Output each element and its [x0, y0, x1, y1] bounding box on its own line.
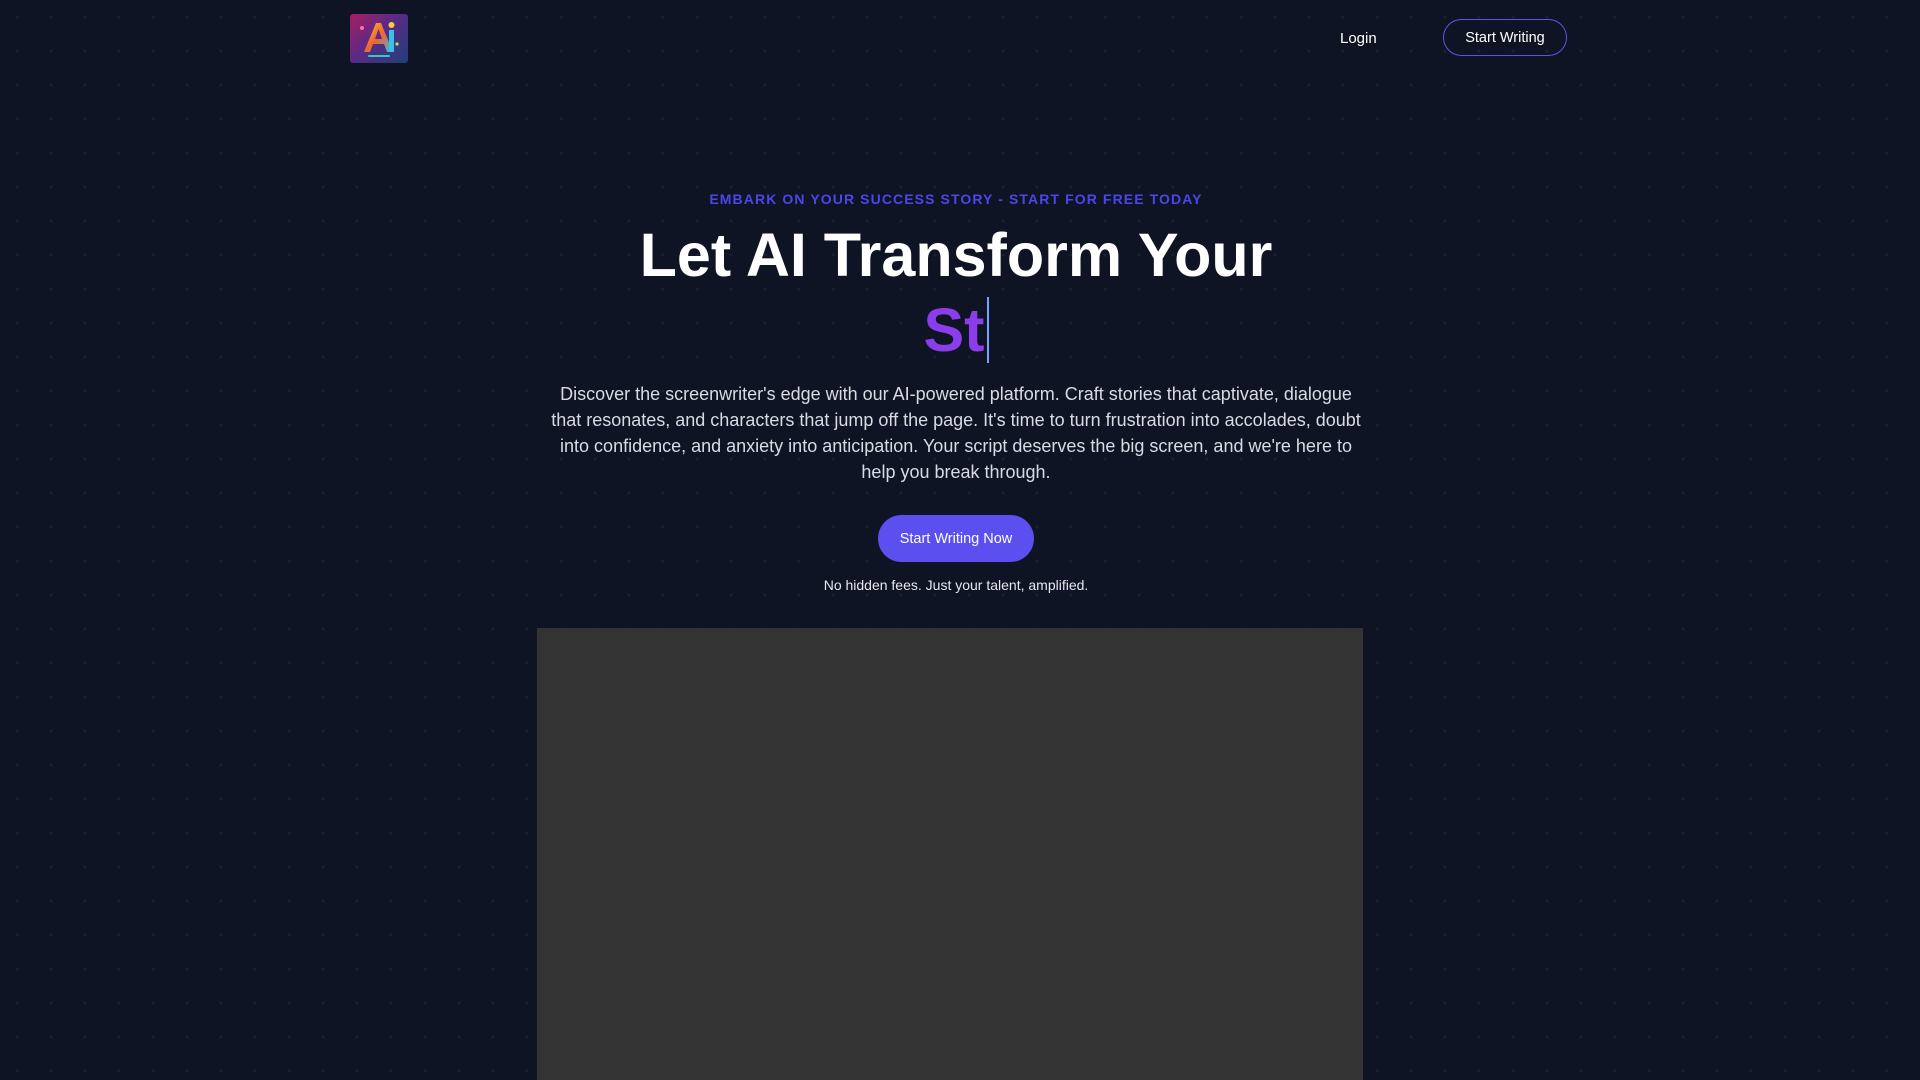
hero-description: Discover the screenwriter's edge with ou… [551, 384, 1361, 482]
pricing-note: No hidden fees. Just your talent, amplif… [823, 577, 1089, 593]
hero-headline: Let AI Transform Your [639, 221, 1273, 289]
start-writing-now-button[interactable]: Start Writing Now [878, 515, 1034, 562]
brand-logo[interactable] [350, 14, 408, 63]
login-link[interactable]: Login [1340, 28, 1377, 50]
hero-eyebrow: EMBARK ON YOUR SUCCESS STORY - START FOR… [709, 191, 1203, 207]
start-writing-button[interactable]: Start Writing [1443, 19, 1567, 56]
typewriter-line: St [0, 294, 1912, 366]
ai-letter-logo-icon [360, 22, 399, 57]
typing-caret [986, 297, 989, 363]
top-navigation: Login Start Writing [0, 0, 1920, 80]
video-placeholder [537, 628, 1363, 1080]
typewriter-text: St [923, 296, 985, 364]
